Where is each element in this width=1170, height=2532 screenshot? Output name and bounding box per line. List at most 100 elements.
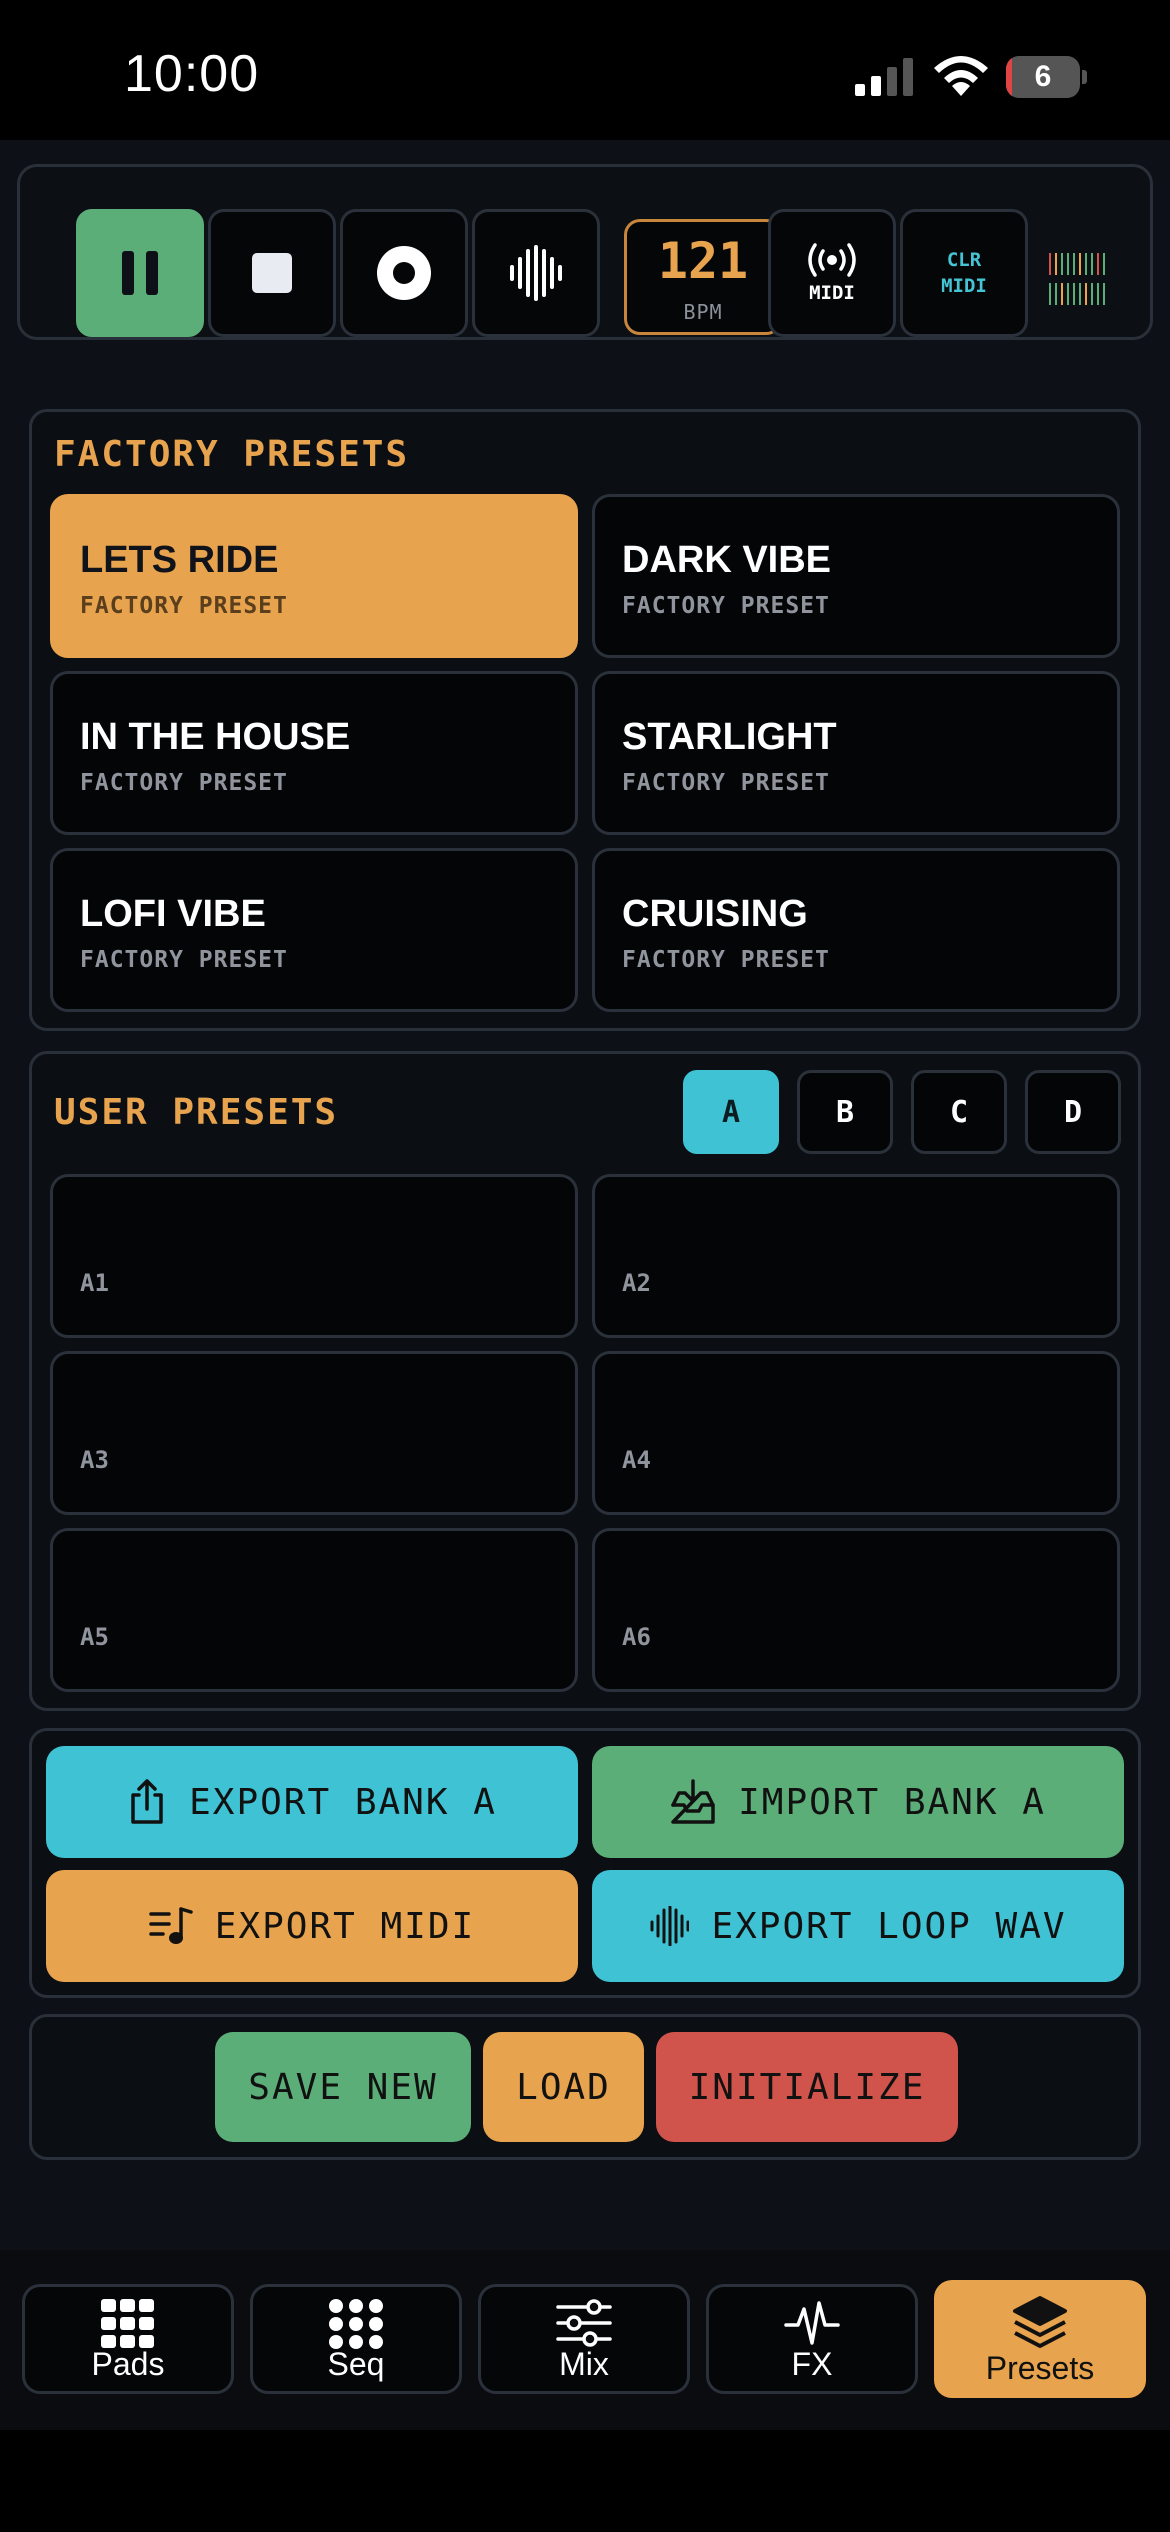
broadcast-icon: [808, 243, 856, 277]
import-bank-label: IMPORT BANK A: [738, 1781, 1046, 1823]
clear-midi-line2: MIDI: [941, 275, 987, 297]
preset-subtitle: FACTORY PRESET: [80, 593, 288, 619]
import-bank-button[interactable]: IMPORT BANK A: [592, 1746, 1124, 1858]
factory-preset-in-the-house[interactable]: IN THE HOUSE FACTORY PRESET: [50, 671, 578, 835]
user-slot-a6[interactable]: A6: [592, 1528, 1120, 1692]
stop-button[interactable]: [208, 209, 336, 337]
waveform-button[interactable]: [472, 209, 600, 337]
user-presets-panel: USER PRESETS A B C D A1 A2 A3 A4 A5 A6: [29, 1051, 1141, 1711]
slot-label: A3: [80, 1446, 109, 1474]
waveform-icon: [650, 1906, 690, 1946]
export-midi-button[interactable]: EXPORT MIDI: [46, 1870, 578, 1982]
dots-grid-icon: [329, 2299, 383, 2349]
user-slot-a3[interactable]: A3: [50, 1351, 578, 1515]
grid-icon: [101, 2299, 154, 2348]
record-icon: [377, 246, 431, 300]
waveform-icon: [510, 245, 562, 301]
preset-subtitle: FACTORY PRESET: [622, 770, 830, 796]
preset-footer-panel: SAVE NEW LOAD INITIALIZE: [29, 2014, 1141, 2160]
tray-download-icon: [671, 1779, 715, 1824]
tab-pads[interactable]: Pads: [22, 2284, 234, 2394]
music-list-icon: [149, 1907, 193, 1944]
battery-percent: 6: [1034, 60, 1052, 93]
export-bank-button[interactable]: EXPORT BANK A: [46, 1746, 578, 1858]
clear-midi-button[interactable]: CLR MIDI: [900, 209, 1028, 337]
wifi-icon: [934, 56, 988, 96]
pulse-icon: [784, 2301, 840, 2345]
pause-icon: [122, 251, 158, 295]
bpm-display[interactable]: 121 BPM: [624, 219, 782, 335]
slot-label: A1: [80, 1269, 109, 1297]
bpm-value: 121: [657, 232, 749, 290]
midi-label: MIDI: [809, 282, 855, 304]
midi-button[interactable]: MIDI: [768, 209, 896, 337]
layers-icon: [1013, 2296, 1067, 2348]
slot-label: A5: [80, 1623, 109, 1651]
record-button[interactable]: [340, 209, 468, 337]
user-slot-a5[interactable]: A5: [50, 1528, 578, 1692]
slot-label: A4: [622, 1446, 651, 1474]
preset-name: DARK VIBE: [622, 539, 832, 581]
tab-label: Pads: [91, 2346, 165, 2382]
load-button[interactable]: LOAD: [483, 2032, 644, 2142]
battery-indicator: 6: [1006, 56, 1087, 98]
bank-tab-d[interactable]: D: [1025, 1070, 1121, 1154]
app-content: 121 BPM MIDI CLR MIDI FACTORY PRESETS LE…: [0, 140, 1170, 2250]
bank-tab-a[interactable]: A: [683, 1070, 779, 1154]
preset-name: STARLIGHT: [622, 716, 837, 758]
initialize-button[interactable]: INITIALIZE: [656, 2032, 958, 2142]
factory-preset-lofi-vibe[interactable]: LOFI VIBE FACTORY PRESET: [50, 848, 578, 1012]
home-indicator-area: [0, 2430, 1170, 2532]
user-slot-a2[interactable]: A2: [592, 1174, 1120, 1338]
slot-label: A2: [622, 1269, 651, 1297]
bank-actions-panel: EXPORT BANK A IMPORT BANK A EXPORT MIDI …: [29, 1728, 1141, 1998]
preset-name: LOFI VIBE: [80, 893, 266, 935]
share-icon: [131, 1779, 163, 1824]
tab-label: FX: [791, 2346, 833, 2382]
tab-label: Seq: [327, 2346, 385, 2382]
factory-preset-lets-ride[interactable]: LETS RIDE FACTORY PRESET: [50, 494, 578, 658]
level-meter-icon: [1049, 253, 1105, 305]
export-midi-label: EXPORT MIDI: [214, 1905, 476, 1947]
bank-tab-c[interactable]: C: [911, 1070, 1007, 1154]
sliders-icon: [556, 2299, 612, 2347]
user-slot-a1[interactable]: A1: [50, 1174, 578, 1338]
status-time: 10:00: [124, 45, 260, 103]
user-presets-title: USER PRESETS: [54, 1092, 339, 1133]
preset-name: LETS RIDE: [80, 539, 279, 581]
clear-midi-line1: CLR: [946, 249, 982, 271]
factory-preset-starlight[interactable]: STARLIGHT FACTORY PRESET: [592, 671, 1120, 835]
slot-label: A6: [622, 1623, 651, 1651]
battery-body: 6: [1006, 56, 1080, 98]
tab-presets[interactable]: Presets: [934, 2280, 1146, 2398]
tab-bar: Pads Seq Mix FX Presets: [0, 2250, 1170, 2430]
factory-presets-title: FACTORY PRESETS: [54, 434, 410, 475]
bpm-label: BPM: [683, 300, 723, 324]
preset-subtitle: FACTORY PRESET: [622, 947, 830, 973]
tab-label: Presets: [985, 2350, 1095, 2386]
export-bank-label: EXPORT BANK A: [189, 1781, 497, 1823]
preset-name: IN THE HOUSE: [80, 716, 351, 758]
bank-tab-b[interactable]: B: [797, 1070, 893, 1154]
transport-bar: 121 BPM MIDI CLR MIDI: [17, 164, 1153, 340]
cellular-signal-icon: [855, 58, 913, 96]
tab-fx[interactable]: FX: [706, 2284, 918, 2394]
save-new-button[interactable]: SAVE NEW: [215, 2032, 471, 2142]
preset-subtitle: FACTORY PRESET: [80, 947, 288, 973]
preset-subtitle: FACTORY PRESET: [622, 593, 830, 619]
battery-nub: [1082, 70, 1087, 84]
export-loop-wav-label: EXPORT LOOP WAV: [711, 1905, 1067, 1947]
pause-button[interactable]: [76, 209, 204, 337]
export-loop-wav-button[interactable]: EXPORT LOOP WAV: [592, 1870, 1124, 1982]
tab-mix[interactable]: Mix: [478, 2284, 690, 2394]
status-bar: 10:00 6: [0, 0, 1170, 140]
preset-name: CRUISING: [622, 893, 808, 935]
stop-icon: [252, 253, 292, 293]
preset-subtitle: FACTORY PRESET: [80, 770, 288, 796]
factory-preset-cruising[interactable]: CRUISING FACTORY PRESET: [592, 848, 1120, 1012]
factory-presets-panel: FACTORY PRESETS LETS RIDE FACTORY PRESET…: [29, 409, 1141, 1031]
user-slot-a4[interactable]: A4: [592, 1351, 1120, 1515]
factory-preset-dark-vibe[interactable]: DARK VIBE FACTORY PRESET: [592, 494, 1120, 658]
tab-seq[interactable]: Seq: [250, 2284, 462, 2394]
tab-label: Mix: [559, 2346, 609, 2382]
